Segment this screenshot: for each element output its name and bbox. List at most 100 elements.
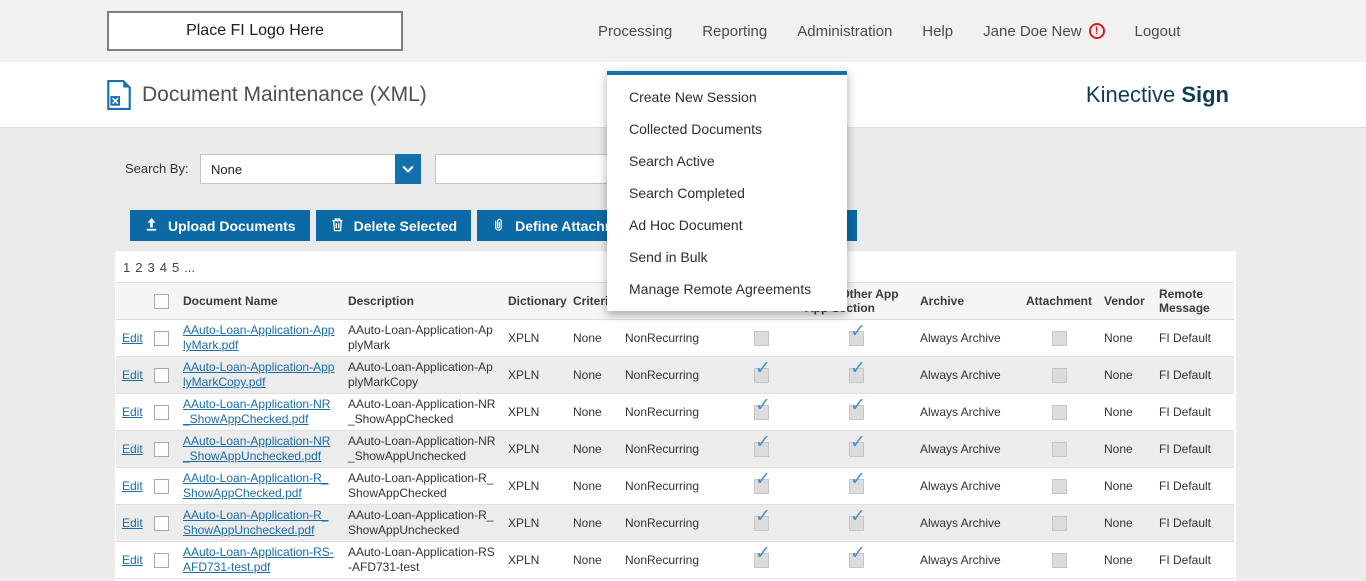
page-link[interactable]: 3 [147,260,154,275]
page-link[interactable]: 1 [123,260,130,275]
edit-link[interactable]: Edit [122,331,143,345]
document-name-link[interactable]: AAuto-Loan-Application-ApplyMarkCopy.pdf [183,360,334,389]
show-other-app-checkbox[interactable] [849,442,864,457]
show-other-app-checkbox[interactable] [849,331,864,346]
delete-selected-button[interactable]: Delete Selected [316,210,472,241]
attachment-checkbox[interactable] [1052,516,1067,531]
dictionary-cell: XPLN [502,542,567,579]
show-app-checkbox[interactable] [754,479,769,494]
vendor-cell: None [1098,320,1153,357]
attachment-checkbox[interactable] [1052,331,1067,346]
show-other-app-checkbox[interactable] [849,479,864,494]
row-select-checkbox[interactable] [154,516,169,531]
menu-item-search-completed[interactable]: Search Completed [607,177,847,209]
show-app-checkbox[interactable] [754,553,769,568]
nav-reporting[interactable]: Reporting [702,23,767,40]
search-by-dropdown-button[interactable] [395,154,421,184]
edit-link[interactable]: Edit [122,516,143,530]
show-app-checkbox[interactable] [754,368,769,383]
row-select-checkbox[interactable] [154,331,169,346]
nav-processing[interactable]: Processing [598,23,672,40]
remote-message-cell: FI Default [1153,431,1234,468]
show-other-app-checkbox[interactable] [849,516,864,531]
document-name-link[interactable]: AAuto-Loan-Application-R_ShowAppChecked.… [183,471,328,500]
show-other-app-checkbox[interactable] [849,553,864,568]
documents-table: Document Name Description Dictionary Cri… [116,282,1234,579]
fi-logo-text: Place FI Logo Here [186,22,324,40]
document-name-link[interactable]: AAuto-Loan-Application-ApplyMark.pdf [183,323,334,352]
user-alert-icon: ! [1089,23,1105,39]
row-select-checkbox[interactable] [154,479,169,494]
brand-regular: Kinective [1086,82,1175,108]
attachment-checkbox[interactable] [1052,479,1067,494]
nav-help[interactable]: Help [922,23,953,40]
table-row: Edit AAuto-Loan-Application-ApplyMark.pd… [116,320,1234,357]
recurring-cell: NonRecurring [619,505,724,542]
show-app-checkbox[interactable] [754,331,769,346]
page-link[interactable]: 5 [172,260,179,275]
nav-logout[interactable]: Logout [1135,23,1181,40]
attachment-checkbox[interactable] [1052,405,1067,420]
criteria-cell: None [567,431,619,468]
recurring-cell: NonRecurring [619,431,724,468]
processing-dropdown-menu: Create New Session Collected Documents S… [607,71,847,311]
edit-link[interactable]: Edit [122,553,143,567]
nav-administration[interactable]: Administration [797,23,892,40]
edit-link[interactable]: Edit [122,405,143,419]
show-app-checkbox[interactable] [754,442,769,457]
archive-cell: Always Archive [914,468,1020,505]
brand-logo: Kinective Sign [1086,62,1229,128]
menu-item-create-new-session[interactable]: Create New Session [607,81,847,113]
show-app-checkbox[interactable] [754,405,769,420]
col-description: Description [342,283,502,320]
table-row: Edit AAuto-Loan-Application-ApplyMarkCop… [116,357,1234,394]
dictionary-cell: XPLN [502,505,567,542]
menu-item-search-active[interactable]: Search Active [607,145,847,177]
archive-cell: Always Archive [914,542,1020,579]
description-cell: AAuto-Loan-Application-R_ShowAppUnchecke… [342,505,502,542]
row-select-checkbox[interactable] [154,405,169,420]
page-link[interactable]: 4 [160,260,167,275]
row-select-checkbox[interactable] [154,553,169,568]
attachment-checkbox[interactable] [1052,553,1067,568]
search-by-select[interactable]: None [200,154,421,184]
menu-item-collected-documents[interactable]: Collected Documents [607,113,847,145]
dictionary-cell: XPLN [502,468,567,505]
col-vendor: Vendor [1098,283,1153,320]
criteria-cell: None [567,357,619,394]
recurring-cell: NonRecurring [619,542,724,579]
search-by-label: Search By: [125,154,189,184]
edit-link[interactable]: Edit [122,442,143,456]
nav-user-menu[interactable]: Jane Doe New ! [983,23,1104,40]
document-name-link[interactable]: AAuto-Loan-Application-NR_ShowAppChecked… [183,397,330,426]
document-name-link[interactable]: AAuto-Loan-Application-R_ShowAppUnchecke… [183,508,328,537]
menu-item-manage-remote-agreements[interactable]: Manage Remote Agreements [607,273,847,305]
fi-logo-placeholder: Place FI Logo Here [107,11,403,51]
menu-item-send-in-bulk[interactable]: Send in Bulk [607,241,847,273]
recurring-cell: NonRecurring [619,468,724,505]
table-row: Edit AAuto-Loan-Application-NR_ShowAppUn… [116,431,1234,468]
upload-documents-button[interactable]: Upload Documents [130,210,310,241]
search-by-selected-value[interactable]: None [200,154,395,184]
document-name-link[interactable]: AAuto-Loan-Application-RS-AFD731-test.pd… [183,545,334,574]
col-archive: Archive [914,283,1020,320]
attachment-checkbox[interactable] [1052,442,1067,457]
row-select-checkbox[interactable] [154,368,169,383]
col-document-name: Document Name [177,283,342,320]
edit-link[interactable]: Edit [122,368,143,382]
col-edit [116,283,146,320]
edit-link[interactable]: Edit [122,479,143,493]
row-select-checkbox[interactable] [154,442,169,457]
menu-item-ad-hoc-document[interactable]: Ad Hoc Document [607,209,847,241]
page-link[interactable]: 2 [135,260,142,275]
select-all-checkbox[interactable] [154,294,169,309]
show-app-checkbox[interactable] [754,516,769,531]
criteria-cell: None [567,468,619,505]
attachment-checkbox[interactable] [1052,368,1067,383]
top-bar: Place FI Logo Here Processing Reporting … [0,0,1366,62]
show-other-app-checkbox[interactable] [849,368,864,383]
document-name-link[interactable]: AAuto-Loan-Application-NR_ShowAppUncheck… [183,434,330,463]
trash-icon [330,217,345,235]
page-ellipsis: ... [184,260,195,275]
show-other-app-checkbox[interactable] [849,405,864,420]
